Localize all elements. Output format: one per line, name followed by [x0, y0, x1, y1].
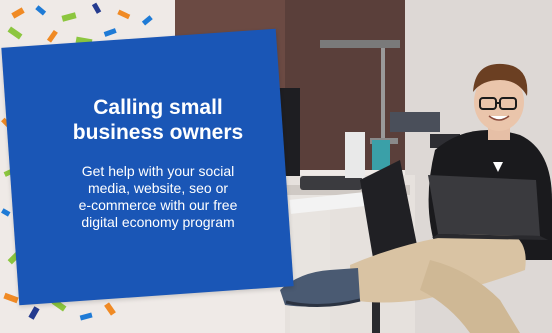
promo-content: Calling small business owners Get help w…: [42, 95, 274, 231]
laptop-icon: [428, 175, 548, 240]
promo-heading-line: business owners: [72, 121, 244, 144]
promo-description-line: media, website, seo or: [87, 180, 229, 196]
keyboard-icon: [300, 176, 362, 190]
promo-description-line: e-commerce with our free: [78, 197, 238, 213]
promo-description: Get help with your social media, website…: [42, 163, 274, 231]
promo-heading: Calling small business owners: [42, 95, 274, 145]
promo-description-line: digital economy program: [81, 214, 235, 230]
promo-description-line: Get help with your social: [81, 163, 235, 179]
promo-banner: Calling small business owners Get help w…: [0, 0, 552, 333]
promo-heading-line: Calling small: [93, 96, 223, 119]
